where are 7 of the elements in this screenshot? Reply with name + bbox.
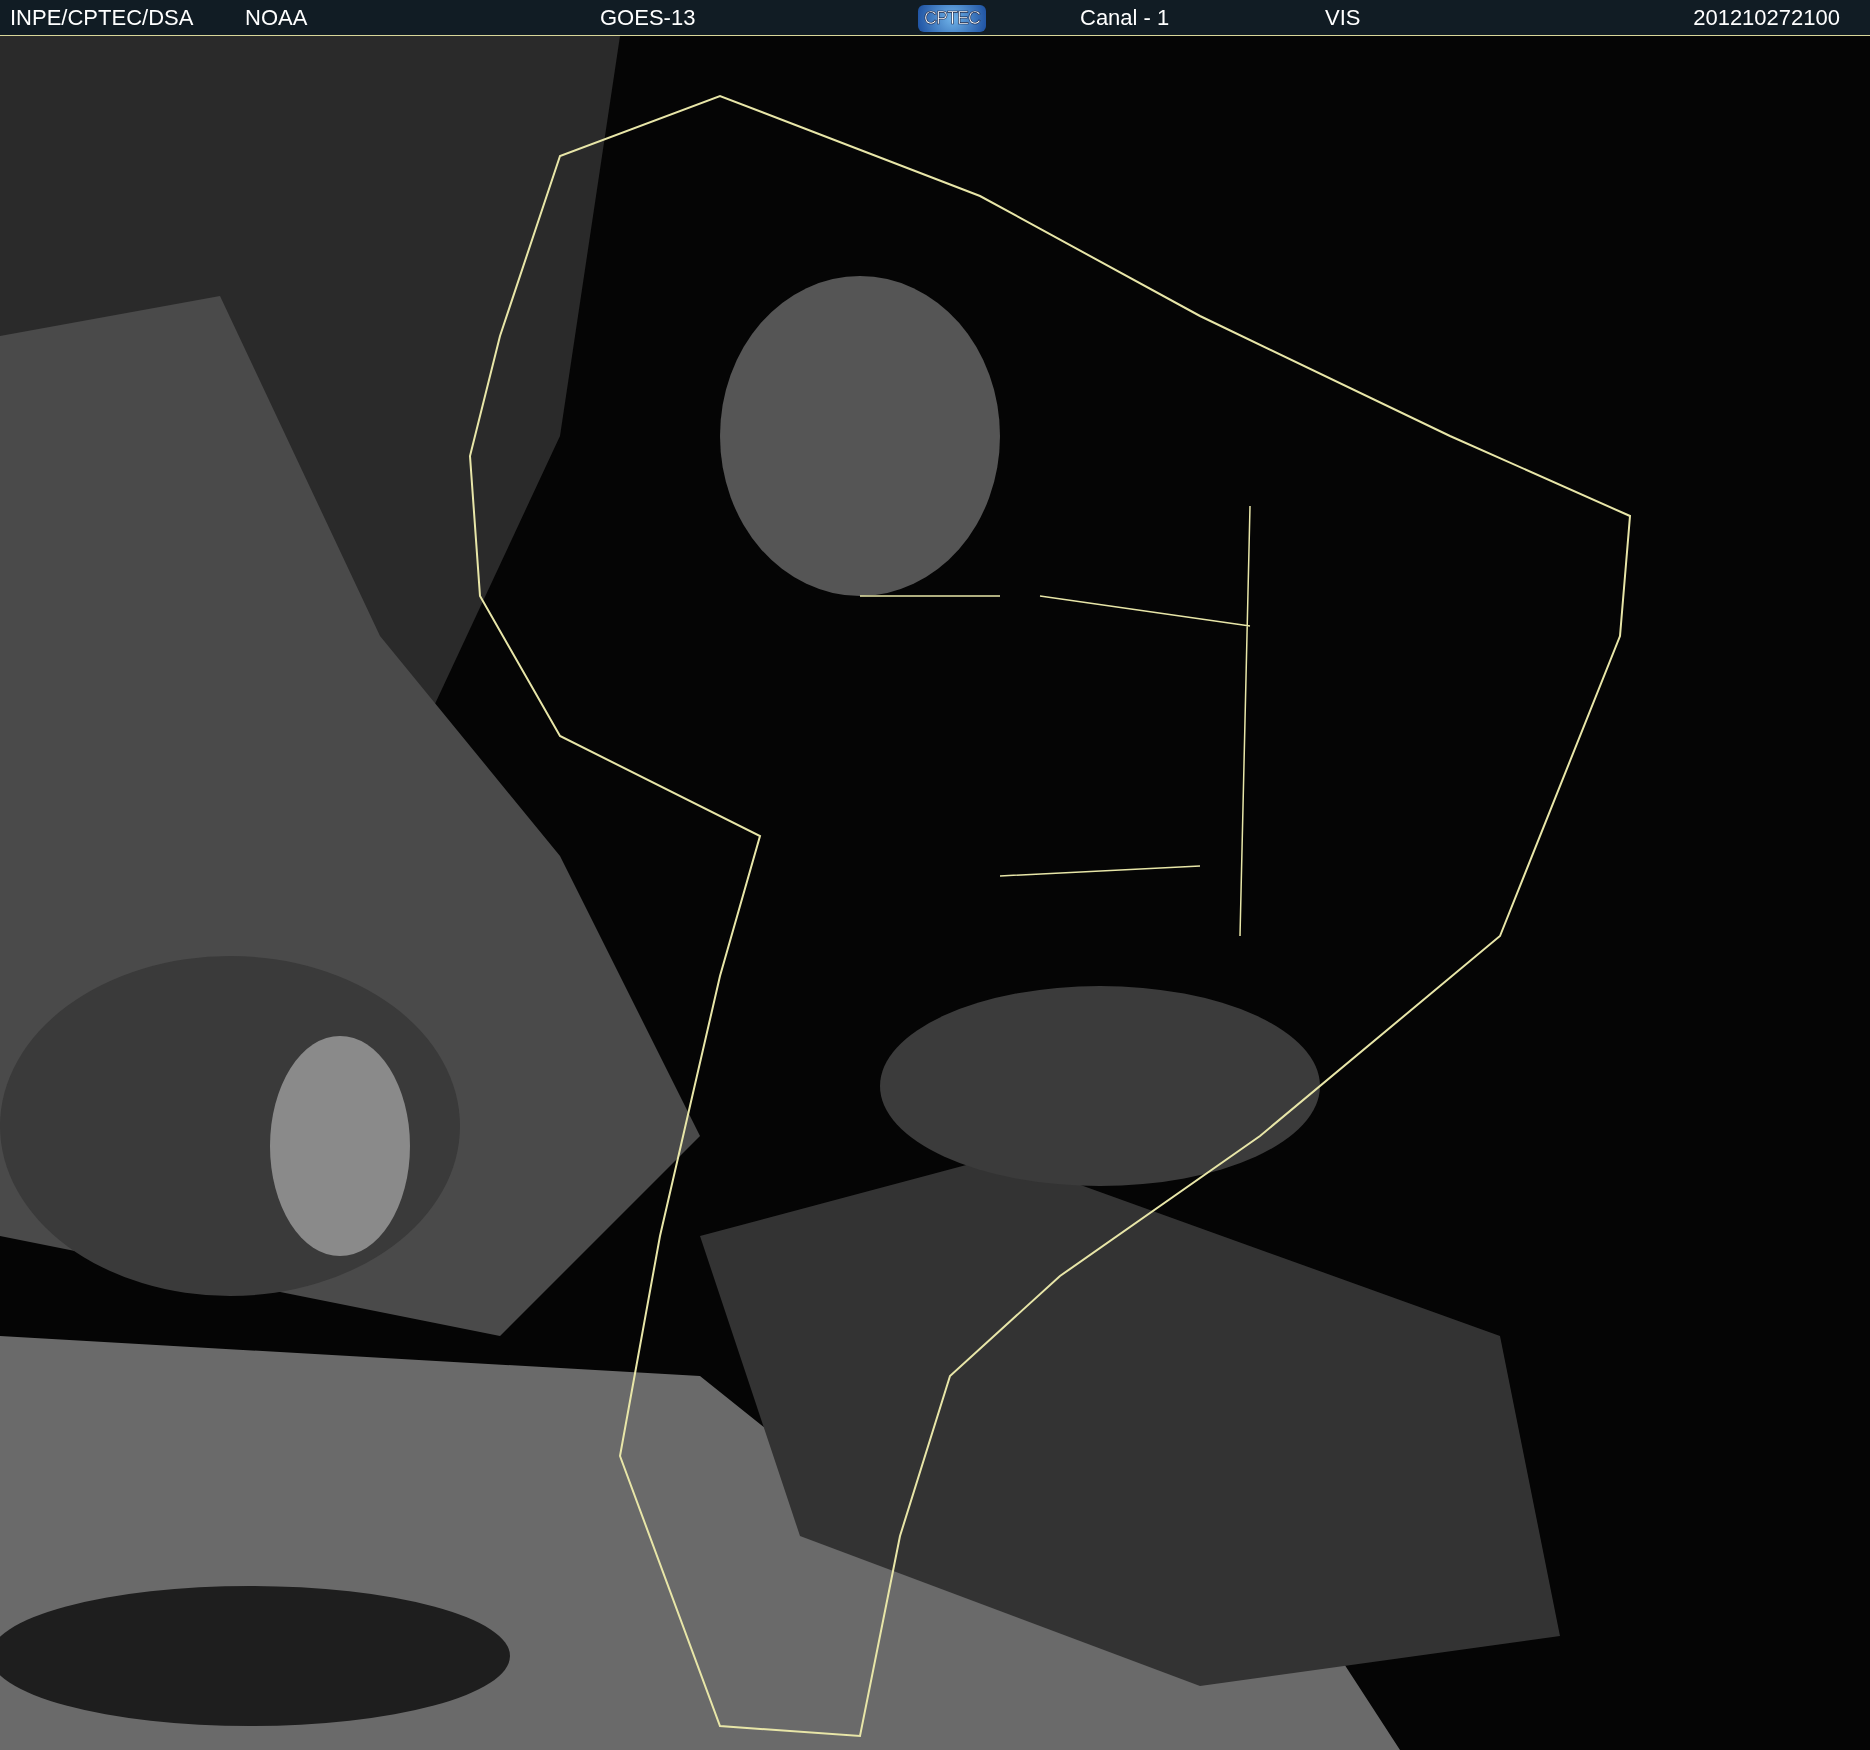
satellite-label: GOES-13 (600, 4, 697, 31)
channel-label: Canal - 1 (1080, 4, 1171, 31)
agency-label: NOAA (245, 4, 309, 31)
source-label: INPE/CPTEC/DSA (10, 4, 195, 31)
band-label: VIS (1325, 4, 1362, 31)
logo: CPTEC (918, 4, 986, 32)
timestamp-label: 201210272100 (1693, 4, 1840, 31)
